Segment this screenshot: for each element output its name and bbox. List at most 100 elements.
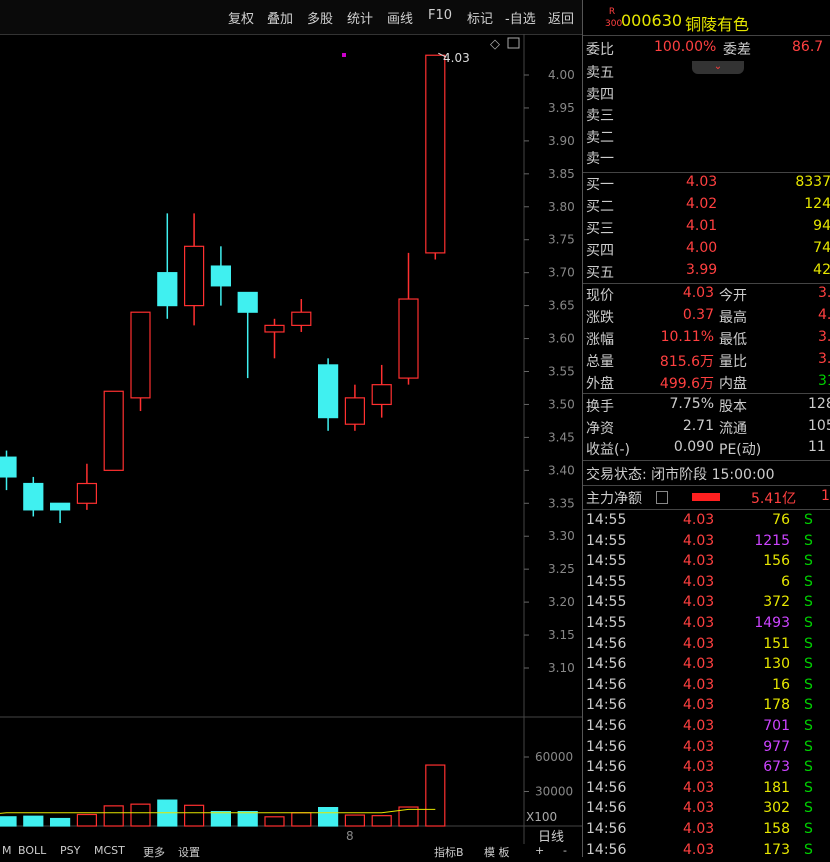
toolbar-overlay-button[interactable]: 叠加 xyxy=(267,8,293,27)
tick-price: 4.03 xyxy=(683,800,715,817)
main-flow-extra: 17 xyxy=(821,488,830,504)
candle-body xyxy=(76,482,98,504)
toolbar-remove-watchlist-button[interactable]: -自选 xyxy=(505,8,536,27)
price-tick-label: 3.25 xyxy=(548,562,575,576)
toolbar-multistock-button[interactable]: 多股 xyxy=(307,8,333,27)
tick-price: 4.03 xyxy=(683,759,715,776)
kline-chart[interactable]: 4.00 3.95 3.90 3.85 3.80 3.75 3.70 3.65 3.60 3.55… xyxy=(0,34,582,844)
chart-toolbar: 复权 叠加 多股 统计 画线 F10 标记 -自选 返回 xyxy=(0,0,582,35)
tick-side: S xyxy=(804,594,813,611)
flow-bar xyxy=(692,493,720,501)
tick-volume: 372 xyxy=(763,594,790,611)
tick-row: 14:55 4.03 372 S xyxy=(586,594,830,614)
volume-unit-label: X100 xyxy=(526,810,557,824)
tab-template[interactable]: 模 板 xyxy=(484,844,510,860)
sell-level-label: 卖一 xyxy=(586,151,614,167)
toolbar-draw-button[interactable]: 画线 xyxy=(387,8,413,27)
tick-volume: 16 xyxy=(772,676,790,693)
marker-dot xyxy=(342,53,346,57)
volume-bar xyxy=(371,815,392,827)
buy-level-row[interactable]: 买二 4.02 124 xyxy=(586,196,830,216)
volume-bar xyxy=(23,815,44,827)
panel-toggle-icon[interactable] xyxy=(507,37,520,49)
tab-settings[interactable]: 设置 xyxy=(178,844,200,860)
candle-body xyxy=(291,311,312,326)
buy-level-volume: 94 xyxy=(813,218,830,234)
last-price-label: 4.03 xyxy=(443,51,470,65)
weicha-label: 委差 xyxy=(723,42,751,58)
tick-volume: 1493 xyxy=(754,615,790,631)
price-tick-label: 3.55 xyxy=(548,365,575,379)
quote-label: 现价 xyxy=(586,288,614,304)
quote-label: 涨幅 xyxy=(586,332,614,348)
tick-side: S xyxy=(804,738,813,755)
quote-row: 现价 4.03 今开 3. xyxy=(586,285,830,305)
toolbar-mark-button[interactable]: 标记 xyxy=(467,8,493,27)
price-tick-label: 3.65 xyxy=(548,299,575,313)
indicator-tabs: M BOLL PSY MCST 更多 设置 指标B 模 板 + - xyxy=(0,844,582,860)
price-tick-label: 3.70 xyxy=(548,266,575,280)
buy-level-row[interactable]: 买四 4.00 74 xyxy=(586,240,830,260)
tick-side: S xyxy=(804,635,813,652)
candle-body xyxy=(210,265,231,287)
quote-label-2: 内盘 xyxy=(719,376,747,392)
zoom-out-button[interactable]: - xyxy=(563,844,567,857)
tick-volume: 302 xyxy=(763,800,790,817)
toolbar-f10-button[interactable]: F10 xyxy=(428,8,452,23)
tick-side: S xyxy=(804,615,813,631)
tick-volume: 1215 xyxy=(754,532,790,549)
candle-body xyxy=(318,364,339,419)
tick-price: 4.03 xyxy=(683,738,715,755)
main-flow-row: 主力净额 5.41亿 17 xyxy=(586,488,830,508)
tick-price: 4.03 xyxy=(683,697,715,714)
candle-body xyxy=(344,397,365,425)
buy-level-label: 买二 xyxy=(586,199,614,215)
tick-time: 14:56 xyxy=(586,635,627,652)
quote-value-2: 3. xyxy=(818,351,830,367)
tick-side: S xyxy=(804,553,813,570)
price-tick-label: 3.95 xyxy=(548,101,575,115)
tick-side: S xyxy=(804,512,813,528)
collapse-chevron-icon[interactable]: ⌄ xyxy=(692,61,744,74)
tick-row: 14:55 4.03 156 S xyxy=(586,553,830,573)
weicha-value: 86.7 xyxy=(792,39,824,55)
volume-tick-label: 60000 xyxy=(535,750,573,764)
zoom-in-button[interactable]: + xyxy=(535,844,544,857)
tick-volume: 977 xyxy=(763,738,790,755)
tab-indicator-b[interactable]: 指标B xyxy=(434,844,464,860)
price-tick-label: 4.00 xyxy=(548,68,575,82)
price-tick-label: 3.40 xyxy=(548,463,575,477)
main-flow-value: 5.41亿 xyxy=(751,491,797,507)
tab-more[interactable]: 更多 xyxy=(143,844,165,860)
volume-bar xyxy=(103,805,124,827)
tick-time: 14:55 xyxy=(586,615,627,631)
buy-level-row[interactable]: 买一 4.03 8337 xyxy=(586,174,830,194)
buy-level-row[interactable]: 买三 4.01 94 xyxy=(586,218,830,238)
toolbar-back-button[interactable]: 返回 xyxy=(548,8,574,27)
quote-value: 4.03 xyxy=(682,285,714,301)
buy-level-row[interactable]: 买五 3.99 42 xyxy=(586,262,830,282)
toolbar-stats-button[interactable]: 统计 xyxy=(347,8,373,27)
volume-bar xyxy=(318,806,339,827)
tick-volume: 673 xyxy=(763,759,790,776)
buy-level-price: 4.00 xyxy=(686,240,718,256)
tick-time: 14:56 xyxy=(586,841,627,858)
quote-row: 涨幅 10.11% 最低 3. xyxy=(586,329,830,349)
candle-body xyxy=(398,298,419,379)
tick-volume: 173 xyxy=(763,841,790,858)
list-icon[interactable] xyxy=(656,491,668,504)
diamond-icon[interactable]: ◇ xyxy=(490,37,500,52)
stock-name[interactable]: 铜陵有色 xyxy=(685,11,749,35)
volume-bar xyxy=(0,816,17,827)
toolbar-fuquan-button[interactable]: 复权 xyxy=(228,8,254,27)
tab-mcst[interactable]: MCST xyxy=(94,844,125,857)
buy-level-volume: 42 xyxy=(813,262,830,278)
tab-m[interactable]: M xyxy=(2,844,12,857)
tab-boll[interactable]: BOLL xyxy=(18,844,46,857)
volume-bar xyxy=(344,814,365,827)
period-label[interactable]: 日线 xyxy=(538,830,564,844)
tab-psy[interactable]: PSY xyxy=(60,844,80,857)
tick-side: S xyxy=(804,821,813,837)
tick-row: 14:56 4.03 178 S xyxy=(586,697,830,717)
candle-body xyxy=(103,390,124,471)
